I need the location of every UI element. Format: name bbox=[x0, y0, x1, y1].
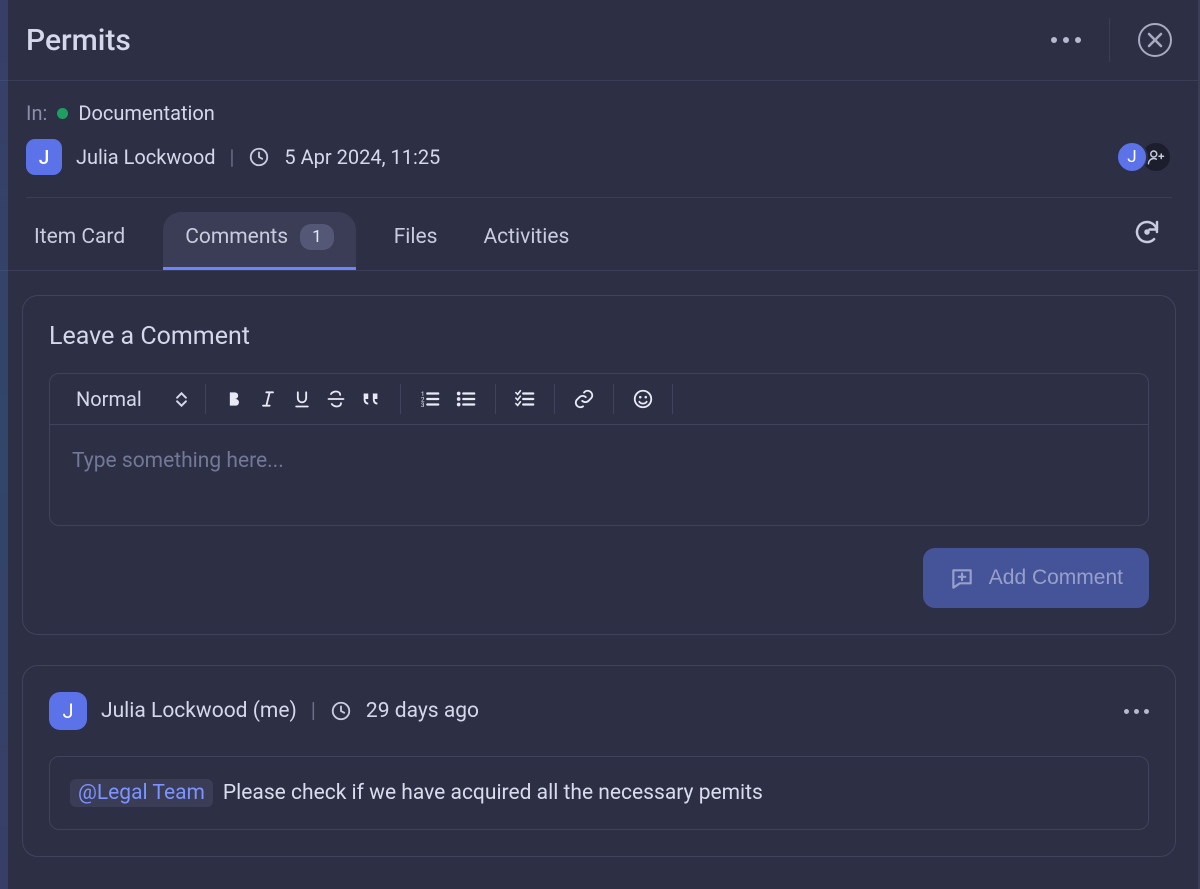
add-comment-label: Add Comment bbox=[989, 566, 1123, 590]
meta-separator: | bbox=[230, 145, 235, 169]
ordered-list-icon: 123 bbox=[419, 389, 441, 409]
italic-icon bbox=[258, 389, 278, 409]
unordered-list-button[interactable] bbox=[455, 389, 477, 409]
author-row: J Julia Lockwood | 5 Apr 2024, 11:25 J bbox=[26, 139, 1172, 198]
comment-separator: | bbox=[311, 699, 316, 723]
author-info: J Julia Lockwood | 5 Apr 2024, 11:25 bbox=[26, 139, 440, 175]
italic-button[interactable] bbox=[258, 389, 278, 409]
comment-text: Please check if we have acquired all the… bbox=[223, 781, 763, 805]
format-select-label: Normal bbox=[76, 387, 142, 411]
comment-composer: Leave a Comment Normal bbox=[22, 295, 1176, 635]
comment-body: @Legal Team Please check if we have acqu… bbox=[49, 756, 1149, 830]
text-style-group bbox=[206, 389, 400, 409]
clock-icon bbox=[330, 700, 352, 722]
tab-files[interactable]: Files bbox=[386, 213, 446, 269]
more-options-button[interactable] bbox=[1051, 37, 1081, 43]
item-meta: In: Documentation J Julia Lockwood | 5 A… bbox=[0, 81, 1198, 198]
header-actions bbox=[1051, 18, 1172, 62]
in-label: In: bbox=[26, 101, 47, 125]
comment-item: J Julia Lockwood (me) | 29 days ago @Leg… bbox=[22, 665, 1176, 857]
author-name[interactable]: Julia Lockwood bbox=[76, 145, 216, 169]
comment-author-info: J Julia Lockwood (me) | 29 days ago bbox=[49, 692, 479, 730]
comments-count-badge: 1 bbox=[300, 224, 334, 250]
ordered-list-button[interactable]: 123 bbox=[419, 389, 441, 409]
clock-icon bbox=[248, 146, 270, 168]
tab-label: Comments bbox=[185, 225, 288, 249]
tab-label: Item Card bbox=[34, 225, 125, 249]
emoji-button[interactable] bbox=[632, 388, 654, 410]
refresh-icon bbox=[1132, 217, 1162, 247]
unordered-list-icon bbox=[455, 389, 477, 409]
tab-item-card[interactable]: Item Card bbox=[26, 213, 133, 269]
comment-header: J Julia Lockwood (me) | 29 days ago bbox=[49, 692, 1149, 730]
toolbar-divider bbox=[672, 384, 673, 414]
checklist-icon bbox=[514, 389, 536, 409]
status-dot-icon bbox=[57, 108, 68, 119]
list-group: 123 bbox=[401, 389, 495, 409]
tab-comments[interactable]: Comments 1 bbox=[163, 212, 355, 270]
blockquote-button[interactable] bbox=[360, 389, 382, 409]
link-icon bbox=[573, 388, 595, 410]
composer-title: Leave a Comment bbox=[49, 322, 1149, 351]
author-avatar[interactable]: J bbox=[26, 139, 62, 175]
bold-icon bbox=[224, 389, 244, 409]
editor-toolbar: Normal bbox=[50, 374, 1148, 425]
link-group bbox=[555, 388, 613, 410]
strikethrough-button[interactable] bbox=[326, 389, 346, 409]
comment-more-button[interactable] bbox=[1124, 709, 1149, 714]
refresh-button[interactable] bbox=[1122, 207, 1172, 261]
checklist-group bbox=[496, 389, 554, 409]
add-user-icon bbox=[1147, 148, 1165, 166]
quote-icon bbox=[360, 389, 382, 409]
paragraph-format-select[interactable]: Normal bbox=[76, 387, 187, 411]
comment-author-avatar[interactable]: J bbox=[49, 692, 87, 730]
panel-header: Permits bbox=[0, 0, 1198, 81]
category-name[interactable]: Documentation bbox=[78, 101, 215, 125]
strikethrough-icon bbox=[326, 389, 346, 409]
underline-icon bbox=[292, 389, 312, 409]
header-divider bbox=[1109, 18, 1110, 62]
tab-label: Activities bbox=[483, 225, 569, 249]
composer-actions: Add Comment bbox=[49, 548, 1149, 608]
checklist-button[interactable] bbox=[514, 389, 536, 409]
left-edge-decoration bbox=[0, 0, 8, 889]
svg-text:3: 3 bbox=[421, 401, 425, 409]
add-comment-icon bbox=[949, 566, 975, 592]
close-button[interactable] bbox=[1138, 23, 1172, 57]
link-button[interactable] bbox=[573, 388, 595, 410]
mention-chip[interactable]: @Legal Team bbox=[70, 779, 213, 807]
participants: J bbox=[1116, 141, 1172, 173]
comment-input[interactable] bbox=[50, 425, 1148, 521]
underline-button[interactable] bbox=[292, 389, 312, 409]
tab-activities[interactable]: Activities bbox=[475, 213, 577, 269]
created-timestamp: 5 Apr 2024, 11:25 bbox=[284, 145, 440, 169]
item-detail-panel: Permits In: Documentation J Julia Lockwo… bbox=[0, 0, 1200, 889]
rich-text-editor: Normal bbox=[49, 373, 1149, 526]
participant-avatar[interactable]: J bbox=[1116, 141, 1148, 173]
comments-body: Leave a Comment Normal bbox=[0, 271, 1198, 881]
format-group: Normal bbox=[58, 387, 205, 411]
emoji-group bbox=[614, 388, 672, 410]
tabs-row: Item Card Comments 1 Files Activities bbox=[0, 198, 1198, 270]
add-comment-button[interactable]: Add Comment bbox=[923, 548, 1149, 608]
tabs: Item Card Comments 1 Files Activities bbox=[26, 198, 577, 270]
tab-label: Files bbox=[394, 225, 438, 249]
comment-timestamp: 29 days ago bbox=[366, 699, 479, 723]
panel-title: Permits bbox=[26, 23, 131, 58]
comment-author-name[interactable]: Julia Lockwood (me) bbox=[101, 699, 297, 723]
chevron-updown-icon bbox=[176, 392, 187, 407]
emoji-icon bbox=[632, 388, 654, 410]
category-row: In: Documentation bbox=[26, 101, 1172, 125]
close-icon bbox=[1147, 32, 1163, 48]
bold-button[interactable] bbox=[224, 389, 244, 409]
